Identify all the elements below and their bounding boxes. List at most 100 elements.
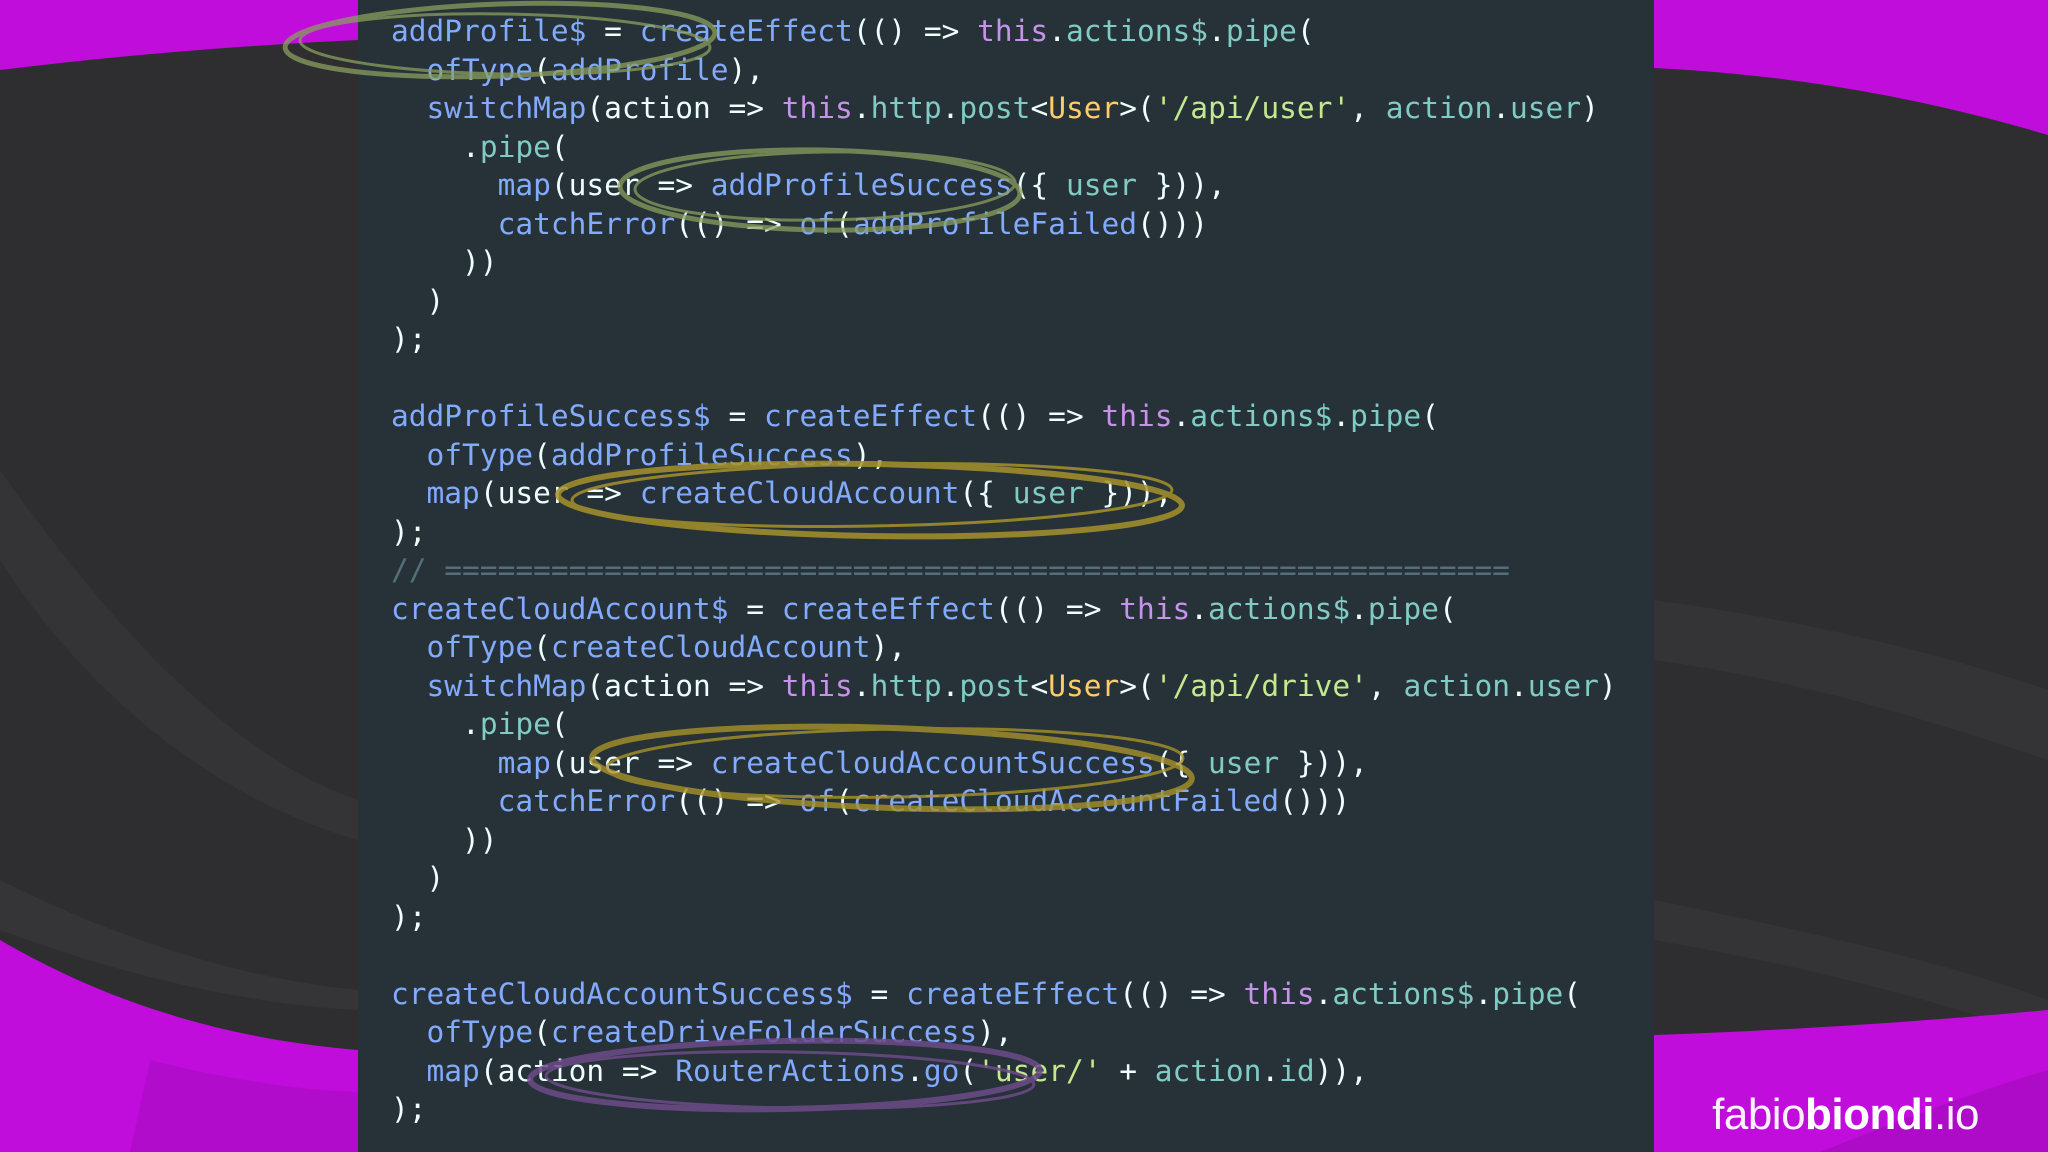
code-token: < (1030, 91, 1049, 125)
code-token: ( (550, 707, 569, 741)
code-token: < (1030, 668, 1049, 703)
code-token: addProfileSuccess$ (391, 399, 711, 433)
code-token: ofType (426, 630, 534, 664)
code-token: id (1279, 1053, 1315, 1088)
code-token: addProfileFailed (852, 206, 1137, 241)
video-frame: addProfile$ = createEffect(() => this.ac… (0, 0, 2048, 1152)
code-token: . (852, 668, 871, 703)
code-line: ); (391, 513, 1617, 552)
code-token: ( (1438, 591, 1457, 626)
code-token: createEffect (764, 399, 978, 433)
code-token: addProfile$ (391, 14, 587, 48)
code-token: . (1314, 976, 1333, 1011)
code-token: createEffect (639, 14, 853, 48)
code-token: (() => (977, 399, 1102, 433)
code-token: addProfileSuccess (550, 437, 853, 472)
code-token: . (1208, 14, 1226, 48)
code-token: ( (533, 437, 551, 472)
code-token: . (1172, 399, 1191, 433)
code-token: (action => (479, 1053, 676, 1088)
code-line: catchError(() => of(createCloudAccountFa… (391, 782, 1617, 821)
code-token: (user => (550, 745, 711, 780)
code-token: createCloudAccountSuccess$ (391, 976, 853, 1011)
code-token: pipe (1350, 399, 1422, 433)
code-token: actions$ (1065, 14, 1209, 48)
code-token: RouterActions (675, 1053, 907, 1088)
code-token: )) (391, 822, 498, 857)
code-line: ofType(addProfileSuccess), (391, 436, 1617, 475)
code-token: ( (533, 1015, 551, 1049)
code-token: (action => (586, 668, 782, 703)
code-token: })), (1279, 745, 1368, 780)
code-token: (() => (675, 784, 800, 818)
code-line: switchMap(action => this.http.post<User>… (391, 667, 1617, 706)
code-token: user (1012, 476, 1084, 510)
code-token: this (781, 91, 853, 125)
code-line: createCloudAccount$ = createEffect(() =>… (391, 590, 1617, 629)
code-token: http (870, 668, 942, 703)
code-token: ( (1563, 976, 1582, 1011)
code-token: map (426, 476, 480, 510)
code-token: })), (1083, 476, 1173, 510)
code-token: . (391, 129, 480, 164)
code-token: '/api/drive' (1154, 668, 1368, 703)
code-token: ({ (959, 476, 1013, 510)
code-token: user (1208, 745, 1280, 780)
code-token: createEffect (906, 976, 1120, 1011)
code-token: >( (1119, 668, 1155, 703)
code-token: ); (391, 899, 427, 934)
brand-bold: biondi (1805, 1090, 1935, 1139)
code-line: ); (391, 1090, 1617, 1129)
code-token: createCloudAccountFailed (852, 784, 1280, 818)
code-token: this (1119, 591, 1191, 626)
code-token: this (781, 668, 853, 703)
brand-light: fabio (1712, 1090, 1806, 1139)
code-line: catchError(() => of(addProfileFailed())) (391, 205, 1617, 244)
code-token: ); (391, 1092, 427, 1126)
code-token: user (1065, 168, 1138, 202)
code-token: (() => (852, 14, 978, 48)
code-line: // =====================================… (391, 551, 1617, 590)
code-token: map (426, 1053, 480, 1088)
code-token: ( (550, 129, 569, 164)
code-token: this (1243, 976, 1315, 1011)
code-token: ) (1598, 668, 1617, 703)
code-token: catchError (497, 206, 676, 241)
code-token: (() => (1119, 976, 1244, 1011)
code-line: )) (391, 243, 1617, 282)
code-token: ( (533, 52, 551, 87)
code-token: (() => (675, 206, 800, 241)
code-token: ) (391, 283, 445, 318)
code-line: .pipe( (391, 705, 1617, 744)
code-token: createCloudAccount (639, 476, 960, 510)
code-token: ())) (1136, 206, 1209, 241)
code-token: pipe (1492, 976, 1564, 1011)
code-token: . (1190, 591, 1209, 626)
code-token: switchMap (426, 91, 587, 125)
magenta-wave-top-left (0, 0, 358, 70)
code-token: . (1350, 591, 1368, 626)
code-line: .pipe( (391, 128, 1617, 167)
code-token: '/api/user' (1154, 91, 1351, 125)
code-token: (user => (479, 476, 640, 510)
code-token: addProfileSuccess (710, 168, 1013, 202)
code-line: map(action => RouterActions.go('user/' +… (391, 1052, 1617, 1091)
code-token: // =====================================… (391, 553, 1510, 587)
code-token: map (497, 745, 551, 780)
code-token: ( (533, 630, 551, 664)
code-token: createCloudAccount$ (391, 591, 729, 626)
code-token: switchMap (426, 668, 587, 703)
code-token: User (1048, 668, 1120, 703)
code-token: ofType (426, 52, 534, 87)
code-token: ())) (1279, 784, 1351, 818)
magenta-wave-top-right (1654, 0, 2048, 135)
code-token: ), (852, 437, 889, 472)
code-token: ofType (426, 437, 534, 472)
